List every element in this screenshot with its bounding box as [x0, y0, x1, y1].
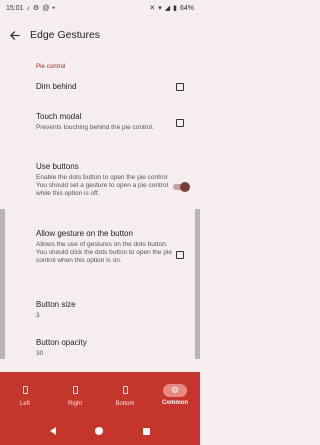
pref-title: Button opacity	[36, 338, 87, 347]
nav-label: Left	[19, 400, 30, 407]
nav-label: Common	[162, 399, 188, 406]
nav-label: Bottom	[115, 400, 135, 407]
pref-title: Allow gesture on the button	[36, 229, 133, 238]
status-bar: 15:01 ♪ ⚙ @ • ✕ ▾ ◢ ▮ 64%	[0, 0, 200, 16]
settings-list[interactable]: Pie control Dim behind Touch modal Preve…	[0, 54, 200, 372]
nav-item-common[interactable]: ⚙ Common	[150, 372, 200, 417]
switch-thumb	[180, 182, 190, 192]
nav-item-bottom[interactable]: Bottom	[100, 372, 150, 417]
pref-button-size[interactable]: Button size 3	[0, 300, 200, 320]
pref-title: Use buttons	[36, 162, 79, 171]
section-header: Pie control	[36, 64, 66, 70]
status-right: ✕ ▾ ◢ ▮ 64%	[149, 5, 194, 12]
settings-status-icon: ⚙	[33, 4, 40, 12]
system-home-icon[interactable]	[95, 427, 104, 435]
mute-icon: ✕	[149, 4, 156, 12]
back-button[interactable]	[0, 16, 28, 54]
arrow-back-icon	[9, 30, 20, 40]
pref-dim-behind[interactable]: Dim behind	[0, 82, 200, 92]
pref-title: Dim behind	[36, 82, 77, 91]
pref-value: 3	[36, 312, 40, 319]
pref-touch-modal[interactable]: Touch modal Prevents touching behind the…	[0, 112, 200, 132]
pref-summary: Allows the use of gestures on the dots b…	[36, 241, 172, 264]
gear-icon: ⚙	[163, 383, 187, 397]
bottom-navigation: Left Right Bottom ⚙ Common	[0, 372, 200, 417]
pref-allow-gesture[interactable]: Allow gesture on the button Allows the u…	[0, 229, 200, 265]
pref-use-buttons[interactable]: Use buttons Enable the dots button to op…	[0, 162, 200, 198]
status-time: 15:01	[6, 4, 24, 12]
battery-percent: 64%	[179, 4, 194, 12]
pref-summary: Enable the dots button to open the pie c…	[36, 174, 169, 197]
status-left: 15:01 ♪ ⚙ @ •	[6, 5, 55, 12]
notification-icon: ♪	[26, 4, 31, 12]
pref-value: 30	[36, 350, 44, 357]
nav-item-left[interactable]: Left	[0, 372, 50, 417]
dim-behind-checkbox[interactable]	[176, 83, 184, 91]
phone-right-icon	[68, 383, 82, 397]
at-icon: @	[42, 4, 50, 12]
pref-title: Button size	[36, 300, 76, 309]
pref-button-opacity[interactable]: Button opacity 30	[0, 338, 200, 358]
system-navigation-bar	[0, 417, 200, 445]
use-buttons-switch[interactable]	[172, 182, 190, 192]
phone-bottom-icon	[118, 383, 132, 397]
signal-icon: ◢	[164, 4, 171, 12]
system-back-icon[interactable]	[49, 427, 56, 435]
wifi-icon: ▾	[158, 4, 162, 12]
pref-summary: Prevents touching behind the pie control…	[36, 124, 154, 131]
screen: 15:01 ♪ ⚙ @ • ✕ ▾ ◢ ▮ 64% Edge Gestures …	[0, 0, 200, 445]
phone-left-icon	[18, 383, 32, 397]
touch-modal-checkbox[interactable]	[176, 119, 184, 127]
nav-item-right[interactable]: Right	[50, 372, 100, 417]
pref-title: Touch modal	[36, 112, 82, 121]
nav-label: Right	[67, 400, 82, 407]
system-recents-icon[interactable]	[143, 427, 151, 435]
page-title: Edge Gestures	[30, 29, 101, 41]
battery-icon: ▮	[173, 4, 177, 12]
dot-icon: •	[52, 4, 55, 12]
allow-gesture-checkbox[interactable]	[176, 251, 184, 259]
app-bar: Edge Gestures	[0, 16, 200, 54]
